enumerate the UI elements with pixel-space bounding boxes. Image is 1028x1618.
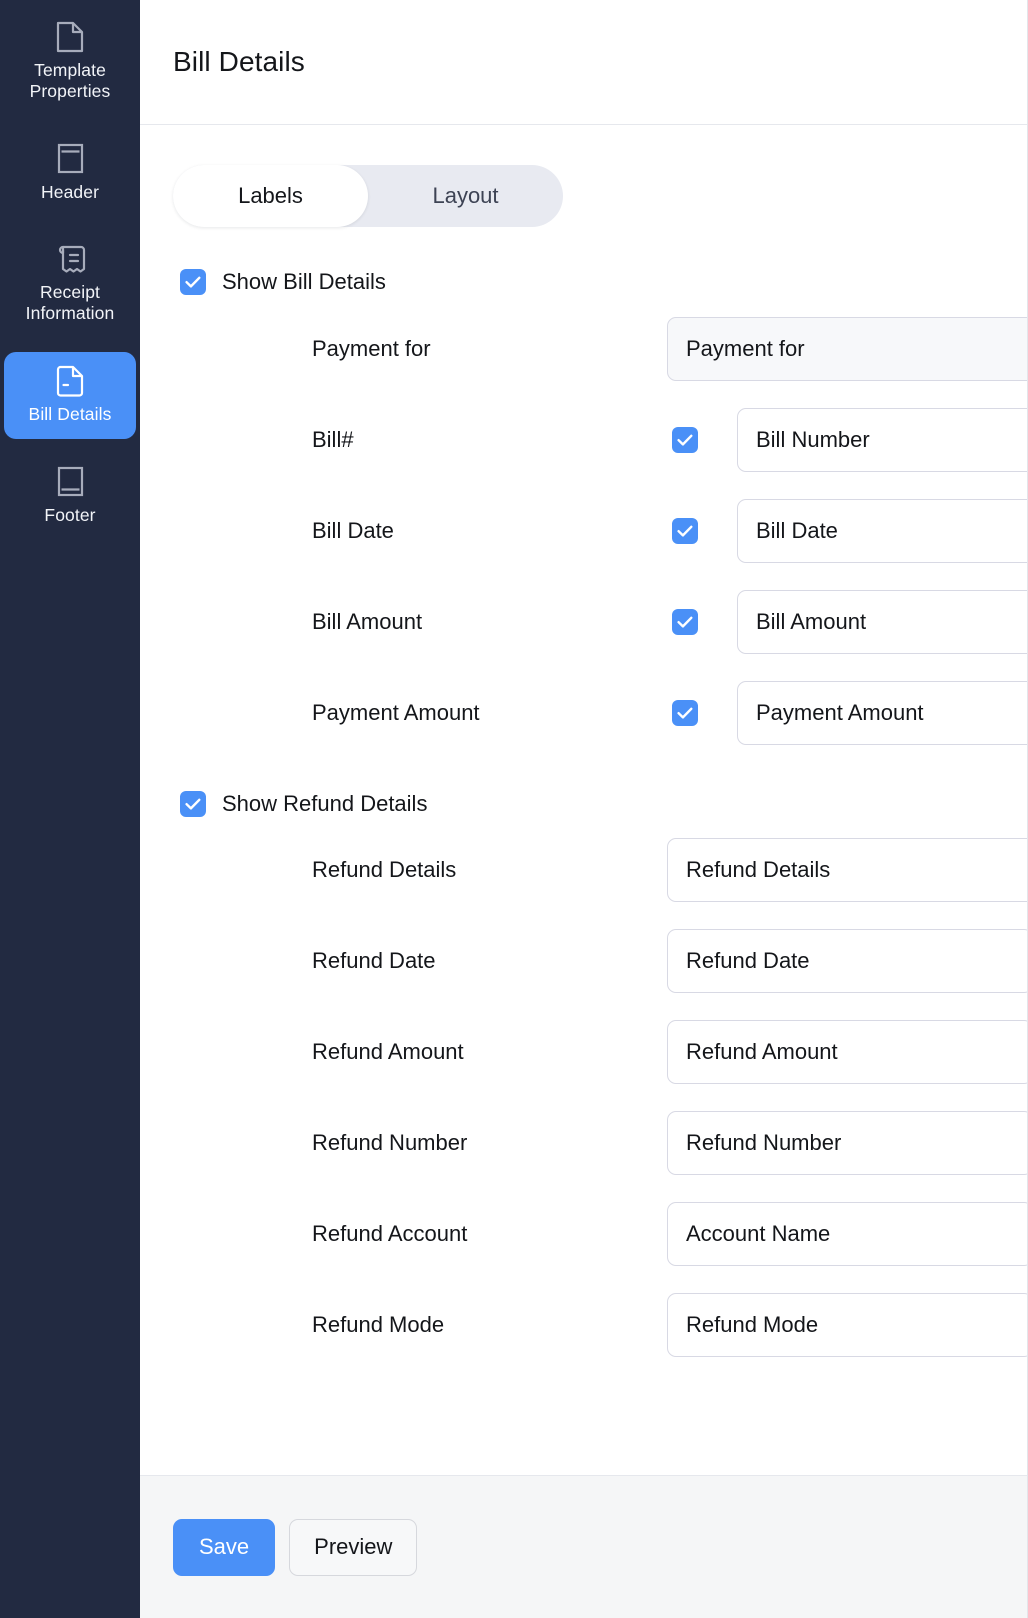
refund-date-input[interactable]: Refund Date [667,929,1027,993]
main-panel: Bill Details Labels Layout Show Bill Det… [140,0,1028,1618]
bill-amount-input[interactable]: Bill Amount [737,590,1027,654]
sidebar-item-label: Header [41,181,99,202]
row-label: Refund Amount [312,1039,464,1064]
row-refund-mode: Refund Mode Refund Mode [140,1293,1027,1357]
bill-date-checkbox[interactable] [672,518,698,544]
action-bar: Save Preview [140,1475,1027,1618]
sidebar-item-label: Receipt Information [25,282,115,324]
preview-button[interactable]: Preview [289,1518,418,1576]
row-label: Payment for [312,336,431,361]
document-icon [53,20,87,54]
row-refund-details: Refund Details Refund Details [140,838,1027,902]
refund-number-input[interactable]: Refund Number [667,1111,1027,1175]
bill-number-checkbox[interactable] [672,427,698,453]
sidebar-item-receipt-information[interactable]: Receipt Information [4,230,136,338]
row-label: Refund Number [312,1130,468,1155]
row-refund-number: Refund Number Refund Number [140,1111,1027,1175]
row-label: Bill Amount [312,609,423,634]
sidebar-item-bill-details[interactable]: Bill Details [4,352,136,439]
sidebar-item-template-properties[interactable]: Template Properties [4,8,136,116]
content-area: Labels Layout Show Bill Details Payment … [140,125,1027,1475]
row-refund-account: Refund Account Account Name [140,1202,1027,1266]
refund-fields-group: Refund Details Refund Details Refund Dat… [140,838,1027,1357]
refund-account-input[interactable]: Account Name [667,1202,1027,1266]
row-payment-amount: Payment Amount Payment Amount [140,681,1027,745]
bill-document-icon [53,364,87,398]
show-refund-details-label: Show Refund Details [222,791,428,816]
row-label: Refund Details [312,857,457,882]
payment-amount-input[interactable]: Payment Amount [737,681,1027,745]
row-label: Refund Account [312,1221,468,1246]
sidebar-item-label: Template Properties [29,60,111,101]
sidebar-item-footer[interactable]: Footer [4,453,136,540]
row-payment-for: Payment for Payment for [140,317,1027,381]
show-bill-details-label: Show Bill Details [222,269,386,294]
row-label: Payment Amount [312,700,480,725]
row-bill-number: Bill# Bill Number [140,408,1027,472]
tab-labels[interactable]: Labels [173,165,368,227]
row-label: Refund Mode [312,1312,445,1337]
row-refund-amount: Refund Amount Refund Amount [140,1020,1027,1084]
page-header: Bill Details [140,0,1027,125]
payment-amount-checkbox[interactable] [672,700,698,726]
show-bill-details-checkbox[interactable] [180,269,206,295]
header-block-icon [53,142,87,176]
save-button[interactable]: Save [173,1518,276,1576]
refund-amount-input[interactable]: Refund Amount [667,1020,1027,1084]
receipt-icon [53,242,87,276]
bill-amount-checkbox[interactable] [672,609,698,635]
row-label: Bill# [312,427,354,452]
tab-layout[interactable]: Layout [368,165,563,227]
show-refund-details-row[interactable]: Show Refund Details [180,791,1027,817]
row-bill-amount: Bill Amount Bill Amount [140,590,1027,654]
app-root: Template Properties Header Receipt Infor… [0,0,1028,1618]
sidebar-item-label: Bill Details [28,404,112,425]
sidebar-item-header[interactable]: Header [4,130,136,217]
bill-number-input[interactable]: Bill Number [737,408,1027,472]
page-title: Bill Details [173,46,305,77]
tab-switcher: Labels Layout [173,165,563,227]
row-label: Refund Date [312,948,436,973]
row-refund-date: Refund Date Refund Date [140,929,1027,993]
bill-date-input[interactable]: Bill Date [737,499,1027,563]
refund-details-input[interactable]: Refund Details [667,838,1027,902]
refund-mode-input[interactable]: Refund Mode [667,1293,1027,1357]
footer-block-icon [53,465,87,499]
row-label: Bill Date [312,518,394,543]
show-bill-details-row[interactable]: Show Bill Details [180,269,1027,295]
bill-fields-group: Payment for Payment for Bill# Bill Numbe… [140,317,1027,745]
row-bill-date: Bill Date Bill Date [140,499,1027,563]
payment-for-input[interactable]: Payment for [667,317,1027,381]
sidebar-item-label: Footer [44,504,96,525]
sidebar: Template Properties Header Receipt Infor… [0,0,140,1618]
show-refund-details-checkbox[interactable] [180,791,206,817]
